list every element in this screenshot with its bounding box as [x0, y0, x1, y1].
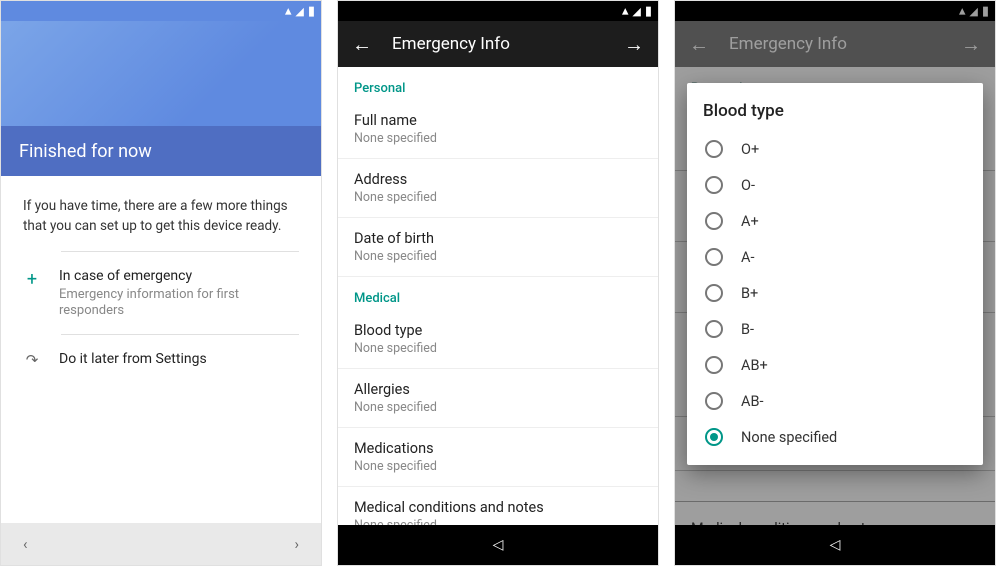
radio-label: O-: [741, 177, 755, 194]
radio-option[interactable]: A-: [703, 239, 967, 275]
bloodtype-item[interactable]: Blood type None specified: [338, 310, 658, 369]
radio-option[interactable]: None specified: [703, 419, 967, 455]
app-bar-title: Emergency Info: [392, 34, 510, 54]
item-title: Address: [354, 171, 642, 188]
radio-icon: [705, 320, 723, 338]
back-arrow-icon[interactable]: ←: [352, 32, 372, 57]
page-title: Finished for now: [1, 126, 321, 176]
medications-item[interactable]: Medications None specified: [338, 428, 658, 487]
radio-icon: [705, 248, 723, 266]
radio-group: O+ O- A+ A- B+ B- AB+ AB- None specified: [703, 131, 967, 455]
section-header-medical: Medical: [338, 277, 658, 310]
status-bar: [338, 1, 658, 21]
item-title: Do it later from Settings: [59, 349, 299, 370]
item-subtitle: None specified: [354, 131, 642, 146]
footer-nav: ‹ ›: [1, 523, 321, 565]
nav-back-icon[interactable]: ◁: [493, 537, 504, 553]
status-bar: [1, 1, 321, 21]
bloodtype-dialog: Blood type O+ O- A+ A- B+ B- AB+ AB- None specif…: [687, 83, 983, 465]
address-item[interactable]: Address None specified: [338, 159, 658, 218]
item-subtitle: Emergency information for first responde…: [59, 287, 299, 321]
radio-option[interactable]: AB-: [703, 383, 967, 419]
radio-option[interactable]: O-: [703, 167, 967, 203]
intro-text: If you have time, there are a few more t…: [23, 196, 299, 237]
back-button[interactable]: ‹: [23, 535, 28, 553]
allergies-item[interactable]: Allergies None specified: [338, 369, 658, 428]
radio-icon: [705, 140, 723, 158]
android-navbar: ◁: [675, 525, 995, 565]
radio-icon: [705, 428, 723, 446]
item-title: Allergies: [354, 381, 642, 398]
page-title-text: Finished for now: [19, 141, 152, 162]
wifi-icon: [622, 4, 629, 19]
radio-label: O+: [741, 141, 759, 158]
radio-label: None specified: [741, 429, 837, 446]
header-banner: Finished for now: [1, 21, 321, 176]
item-subtitle: None specified: [354, 190, 642, 205]
screen-finished: Finished for now If you have time, there…: [0, 0, 322, 566]
forward-arrow-icon[interactable]: →: [624, 32, 644, 57]
item-title: Blood type: [354, 322, 642, 339]
radio-label: A+: [741, 213, 759, 230]
radio-icon: [705, 392, 723, 410]
radio-label: AB-: [741, 393, 764, 410]
radio-option[interactable]: AB+: [703, 347, 967, 383]
radio-label: B-: [741, 321, 754, 338]
radio-label: B+: [741, 285, 758, 302]
redo-icon: ↷: [23, 349, 41, 372]
radio-label: A-: [741, 249, 754, 266]
body: If you have time, there are a few more t…: [1, 176, 321, 396]
item-title: In case of emergency: [59, 266, 299, 287]
radio-option[interactable]: B+: [703, 275, 967, 311]
android-navbar: ◁: [338, 525, 658, 565]
wifi-icon: [285, 4, 292, 19]
radio-label: AB+: [741, 357, 768, 374]
forward-button[interactable]: ›: [294, 535, 299, 553]
item-subtitle: None specified: [354, 459, 642, 474]
plus-icon: +: [23, 266, 41, 293]
item-title: Date of birth: [354, 230, 642, 247]
battery-icon: [308, 4, 315, 19]
signal-icon: [295, 5, 303, 18]
radio-icon: [705, 356, 723, 374]
radio-option[interactable]: O+: [703, 131, 967, 167]
emergency-setup-item[interactable]: + In case of emergency Emergency informa…: [61, 251, 299, 335]
screen-bloodtype-dialog: ← Emergency Info → Personal F A A N D N …: [674, 0, 996, 566]
radio-option[interactable]: A+: [703, 203, 967, 239]
settings-list: Personal Full name None specified Addres…: [338, 67, 658, 525]
item-subtitle: None specified: [354, 249, 642, 264]
item-title: Medical conditions and notes: [354, 499, 642, 516]
item-title: Medications: [354, 440, 642, 457]
radio-icon: [705, 176, 723, 194]
item-subtitle: None specified: [354, 518, 642, 525]
do-later-item[interactable]: ↷ Do it later from Settings: [61, 334, 299, 386]
battery-icon: [645, 4, 652, 19]
section-header-personal: Personal: [338, 67, 658, 100]
dialog-title: Blood type: [703, 101, 967, 121]
dob-item[interactable]: Date of birth None specified: [338, 218, 658, 277]
radio-option[interactable]: B-: [703, 311, 967, 347]
app-bar: ← Emergency Info →: [338, 21, 658, 67]
signal-icon: [632, 5, 640, 18]
item-subtitle: None specified: [354, 400, 642, 415]
nav-back-icon[interactable]: ◁: [830, 537, 841, 553]
conditions-item[interactable]: Medical conditions and notes None specif…: [338, 487, 658, 525]
item-subtitle: None specified: [354, 341, 642, 356]
fullname-item[interactable]: Full name None specified: [338, 100, 658, 159]
screen-emergency-info: ← Emergency Info → Personal Full name No…: [337, 0, 659, 566]
radio-icon: [705, 284, 723, 302]
radio-icon: [705, 212, 723, 230]
item-title: Full name: [354, 112, 642, 129]
